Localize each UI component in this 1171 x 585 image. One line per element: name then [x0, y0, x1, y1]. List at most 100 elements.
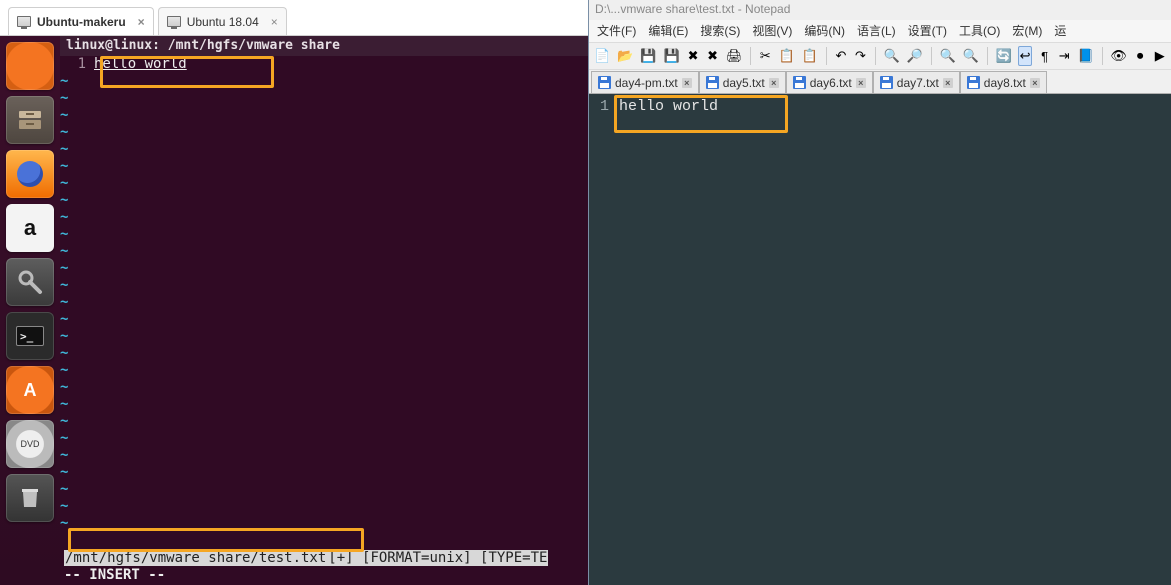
ubuntu-desktop: a >_ A DVD linux@linux: /mnt/hgfs/vmware…: [0, 36, 588, 585]
floppy-icon: [967, 76, 980, 89]
npp-toolbar: 📄📂💾💾✖✖🖨✂📋📋↶↷🔍🔎🔍🔍🔄↩¶⇥📘👁⏺▶: [589, 42, 1171, 70]
lang-icon[interactable]: 📘: [1076, 46, 1094, 66]
amazon-icon[interactable]: a: [6, 204, 54, 252]
npp-editor[interactable]: 1 hello world: [589, 94, 1171, 585]
paste-icon[interactable]: 📋: [801, 46, 819, 66]
ubuntu-vm-pane: Ubuntu-makeru × Ubuntu 18.04 × a >_ A DV…: [0, 0, 589, 585]
vm-tab-label: Ubuntu-makeru: [37, 15, 126, 29]
vm-tab-label: Ubuntu 18.04: [187, 15, 259, 29]
npp-menu-item[interactable]: 工具(O): [955, 22, 1004, 40]
gear-wrench-icon: [16, 268, 44, 296]
vim-mode-line: -- INSERT --: [60, 567, 588, 585]
new-icon[interactable]: 📄: [593, 46, 611, 66]
toolbar-separator: [750, 47, 751, 65]
trash-icon[interactable]: [6, 474, 54, 522]
npp-tab[interactable]: day7.txt ×: [873, 71, 960, 93]
cut-icon[interactable]: ✂: [758, 46, 773, 66]
npp-menu-item[interactable]: 文件(F): [593, 22, 640, 40]
npp-tab[interactable]: day8.txt ×: [960, 71, 1047, 93]
npp-tab[interactable]: day6.txt ×: [786, 71, 873, 93]
toolbar-separator: [987, 47, 988, 65]
toolbar-separator: [826, 47, 827, 65]
sync-icon[interactable]: 🔄: [995, 46, 1013, 66]
terminal-icon[interactable]: >_: [6, 312, 54, 360]
close-icon[interactable]: ×: [682, 78, 692, 88]
monitor-icon: [17, 16, 31, 27]
npp-line-gutter: 1: [589, 94, 613, 585]
vim-window[interactable]: linux@linux: /mnt/hgfs/vmware share 1 ~~…: [60, 36, 588, 585]
toolbar-separator: [875, 47, 876, 65]
drawer-icon: [17, 109, 43, 131]
wrap-icon[interactable]: ↩: [1018, 46, 1033, 66]
bin-icon: [19, 486, 41, 510]
floppy-icon: [793, 76, 806, 89]
monitor-icon[interactable]: 👁: [1109, 46, 1128, 66]
floppy-icon: [706, 76, 719, 89]
npp-titlebar: D:\...vmware share\test.txt - Notepad: [589, 0, 1171, 20]
unity-launcher: a >_ A DVD: [0, 36, 60, 585]
npp-menu-item[interactable]: 编码(N): [800, 22, 849, 40]
zoom-in-icon[interactable]: 🔍: [939, 46, 957, 66]
close-icon[interactable]: ×: [271, 15, 278, 29]
npp-text-content[interactable]: hello world: [619, 98, 718, 116]
print-icon[interactable]: 🖨: [725, 46, 744, 66]
disc-icon[interactable]: DVD: [6, 420, 54, 468]
npp-menu-item[interactable]: 视图(V): [748, 22, 796, 40]
npp-menu-item[interactable]: 宏(M): [1008, 22, 1046, 40]
open-icon[interactable]: 📂: [616, 46, 634, 66]
line-number: 1: [589, 98, 609, 116]
vm-tab-ubuntu-1804[interactable]: Ubuntu 18.04 ×: [158, 7, 287, 35]
close-icon[interactable]: ✖: [686, 46, 701, 66]
firefox-icon[interactable]: [6, 150, 54, 198]
npp-tab[interactable]: day4-pm.txt ×: [591, 71, 699, 93]
npp-tab[interactable]: day5.txt ×: [699, 71, 786, 93]
save-icon[interactable]: 💾: [639, 46, 657, 66]
close-all-icon[interactable]: ✖: [705, 46, 720, 66]
show-all-icon[interactable]: ¶: [1037, 46, 1052, 66]
vim-tilde-column: ~~~~~~~~~~~~~~~~~~~~~~~~~~~: [60, 73, 74, 549]
npp-tabbar: day4-pm.txt×day5.txt×day6.txt×day7.txt×d…: [589, 70, 1171, 94]
close-icon[interactable]: ×: [769, 78, 779, 88]
redo-icon[interactable]: ↷: [853, 46, 868, 66]
play-icon[interactable]: ▶: [1152, 46, 1167, 66]
line-number: 1: [60, 56, 86, 73]
close-icon[interactable]: ×: [943, 78, 953, 88]
vim-text-content[interactable]: hello world: [94, 56, 588, 549]
npp-tab-label: day6.txt: [810, 76, 852, 90]
close-icon[interactable]: ×: [138, 15, 145, 29]
npp-menu-item[interactable]: 运: [1050, 22, 1070, 40]
copy-icon[interactable]: 📋: [778, 46, 796, 66]
terminal-title: linux@linux: /mnt/hgfs/vmware share: [60, 36, 588, 56]
vim-file-path: /mnt/hgfs/vmware share/test.txt: [64, 550, 327, 566]
npp-tab-label: day5.txt: [723, 76, 765, 90]
toolbar-separator: [1102, 47, 1103, 65]
vm-tab-ubuntu-makeru[interactable]: Ubuntu-makeru ×: [8, 7, 154, 35]
npp-menubar: 文件(F)编辑(E)搜索(S)视图(V)编码(N)语言(L)设置(T)工具(O)…: [589, 20, 1171, 42]
close-icon[interactable]: ×: [1030, 78, 1040, 88]
npp-tab-label: day8.txt: [984, 76, 1026, 90]
replace-icon[interactable]: 🔎: [906, 46, 924, 66]
toolbar-separator: [931, 47, 932, 65]
settings-icon[interactable]: [6, 258, 54, 306]
close-icon[interactable]: ×: [856, 78, 866, 88]
files-icon[interactable]: [6, 96, 54, 144]
vim-status-line: /mnt/hgfs/vmware share/test.txt[+] [FORM…: [60, 549, 588, 567]
vim-buffer[interactable]: 1 ~~~~~~~~~~~~~~~~~~~~~~~~~~~ hello worl…: [60, 56, 588, 549]
find-icon[interactable]: 🔍: [882, 46, 900, 66]
monitor-icon: [167, 16, 181, 27]
software-updater-icon[interactable]: A: [6, 366, 54, 414]
npp-menu-item[interactable]: 设置(T): [904, 22, 951, 40]
indent-icon[interactable]: ⇥: [1057, 46, 1072, 66]
undo-icon[interactable]: ↶: [834, 46, 849, 66]
npp-tab-label: day7.txt: [897, 76, 939, 90]
zoom-out-icon[interactable]: 🔍: [962, 46, 980, 66]
save-all-icon[interactable]: 💾: [663, 46, 681, 66]
dash-icon[interactable]: [6, 42, 54, 90]
npp-menu-item[interactable]: 编辑(E): [644, 22, 692, 40]
vim-file-flags: [+] [FORMAT=unix] [TYPE=TE: [327, 550, 548, 566]
npp-menu-item[interactable]: 语言(L): [853, 22, 900, 40]
floppy-icon: [598, 76, 611, 89]
rec-icon[interactable]: ⏺: [1133, 46, 1148, 66]
npp-menu-item[interactable]: 搜索(S): [696, 22, 744, 40]
npp-tab-label: day4-pm.txt: [615, 76, 678, 90]
